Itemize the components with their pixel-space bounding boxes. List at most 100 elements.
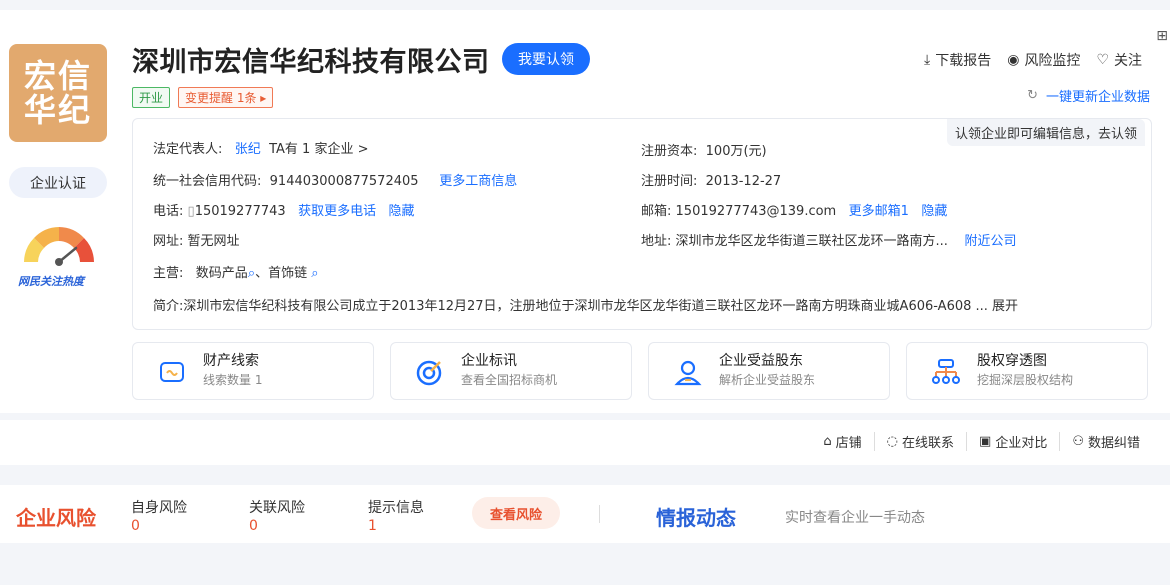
- legal-rep-label: 法定代表人:: [153, 142, 223, 157]
- search-icon[interactable]: ⌕: [311, 266, 318, 281]
- hint-info[interactable]: 提示信息 1: [368, 497, 424, 534]
- org-chart-icon: [932, 359, 960, 384]
- secondary-action-bar: ⌂ 店铺 ◌ 在线联系 ▣ 企业对比 ⚇ 数据纠错: [0, 420, 1170, 465]
- business-item[interactable]: 数码产品: [196, 266, 248, 281]
- risk-monitor-button[interactable]: ◉ 风险监控: [1007, 50, 1080, 70]
- intro-label: 简介:: [153, 299, 184, 314]
- intro-row: 简介:深圳市宏信华纪科技有限公司成立于2013年12月27日，注册地位于深圳市龙…: [153, 295, 1018, 314]
- feature-card-property-clues[interactable]: 财产线索 线索数量 1: [132, 342, 374, 400]
- feature-card-beneficiary[interactable]: 企业受益股东 解析企业受益股东: [648, 342, 890, 400]
- divider: [599, 505, 600, 523]
- address-row: 地址: 深圳市龙华区龙华街道三联社区龙环一路南方... 附近公司: [641, 230, 1016, 249]
- more-business-info-link[interactable]: 更多工商信息: [439, 174, 517, 189]
- user-icon: [674, 360, 702, 386]
- capital-value: 100万(元): [705, 144, 767, 159]
- hint-info-value: 1: [368, 518, 377, 534]
- email-value: 15019277743@139.com: [675, 204, 837, 219]
- contact-label: 在线联系: [902, 436, 955, 451]
- update-data-link[interactable]: ↻ 一键更新企业数据: [1027, 86, 1150, 105]
- download-label: 下载报告: [935, 53, 992, 69]
- compare-label: 企业对比: [995, 436, 1048, 451]
- feature-card-equity-graph[interactable]: 股权穿透图 挖掘深层股权结构: [906, 342, 1148, 400]
- data-correction-button[interactable]: ⚇ 数据纠错: [1059, 432, 1152, 451]
- address-label: 地址:: [641, 234, 672, 249]
- intel-title: 情报动态: [656, 506, 736, 530]
- credit-value: 914403000877572405: [269, 174, 419, 189]
- related-risk-value: 0: [249, 518, 258, 534]
- feature-title: 企业标讯: [461, 353, 517, 369]
- legal-rep-row: 法定代表人: 张纪 TA有 1 家企业 >: [153, 138, 368, 157]
- reg-time-value: 2013-12-27: [705, 174, 782, 189]
- enterprise-cert-button[interactable]: 企业认证: [9, 167, 107, 198]
- email-row: 邮箱: 15019277743@139.com 更多邮箱1 隐藏: [641, 200, 947, 219]
- hide-phone-link[interactable]: 隐藏: [389, 204, 415, 219]
- legal-rep-companies-link[interactable]: TA有 1 家企业 >: [269, 142, 368, 157]
- info-panel: 认领企业即可编辑信息，去认领 法定代表人: 张纪 TA有 1 家企业 > 注册资…: [132, 118, 1152, 330]
- intel-subtitle[interactable]: 实时查看企业一手动态: [785, 507, 925, 527]
- business-separator: 、: [255, 266, 269, 281]
- store-label: 店铺: [835, 436, 862, 451]
- risk-bar: 企业风险 自身风险 0 关联风险 0 提示信息 1 查看风险 情报动态 实时查看企业一…: [0, 485, 1170, 543]
- address-value: 深圳市龙华区龙华街道三联社区龙环一路南方...: [675, 234, 948, 249]
- business-label: 主营:: [153, 266, 184, 281]
- correction-icon: ⚇: [1072, 434, 1084, 449]
- feature-card-bids[interactable]: 企业标讯 查看全国招标商机: [390, 342, 632, 400]
- download-report-button[interactable]: ⤓ 下载报告: [924, 50, 991, 70]
- feature-subtitle: 线索数量 1: [203, 373, 263, 387]
- compare-icon: ▣: [979, 434, 992, 449]
- caret-right-icon: ▸: [260, 91, 267, 105]
- website-label: 网址:: [153, 234, 184, 249]
- legal-rep-name-link[interactable]: 张纪: [235, 142, 261, 157]
- target-icon: [416, 360, 442, 386]
- compare-button[interactable]: ▣ 企业对比: [966, 432, 1059, 451]
- capital-row: 注册资本: 100万(元): [641, 140, 767, 159]
- top-actions: ⤓ 下载报告 ◉ 风险监控 ♡ 关注: [924, 50, 1142, 70]
- expand-intro-link[interactable]: ... 展开: [976, 299, 1019, 314]
- website-row: 网址: 暂无网址: [153, 230, 240, 249]
- self-risk[interactable]: 自身风险 0: [131, 497, 187, 534]
- phone-label: 电话:: [153, 204, 184, 219]
- follow-label: 关注: [1114, 53, 1142, 69]
- hide-email-link[interactable]: 隐藏: [921, 204, 947, 219]
- search-icon[interactable]: ⌕: [248, 266, 255, 281]
- self-risk-label: 自身风险: [131, 500, 187, 516]
- credit-label: 统一社会信用代码:: [153, 174, 262, 189]
- feature-title: 股权穿透图: [977, 353, 1047, 369]
- store-icon: ⌂: [823, 434, 832, 449]
- more-phones-link[interactable]: 获取更多电话: [298, 204, 376, 219]
- logo-text: 宏信华纪: [23, 57, 92, 129]
- status-badge: 开业: [132, 87, 171, 108]
- follow-button[interactable]: ♡ 关注: [1096, 50, 1142, 70]
- view-risk-button[interactable]: 查看风险: [472, 497, 560, 529]
- chat-icon: ◌: [886, 434, 898, 449]
- related-risk[interactable]: 关联风险 0: [249, 497, 305, 534]
- nearby-companies-link[interactable]: 附近公司: [964, 234, 1016, 249]
- change-alert-badge[interactable]: 变更提醒 1条 ▸: [178, 87, 274, 108]
- monitor-label: 风险监控: [1024, 53, 1081, 69]
- claim-tip[interactable]: 认领企业即可编辑信息，去认领: [946, 119, 1145, 146]
- phone-row: 电话: ▯15019277743 获取更多电话 隐藏: [153, 200, 415, 219]
- hint-info-label: 提示信息: [368, 500, 424, 516]
- reg-time-label: 注册时间:: [641, 174, 698, 189]
- business-row: 主营: 数码产品⌕、首饰链 ⌕: [153, 262, 319, 281]
- related-risk-label: 关联风险: [249, 500, 305, 516]
- feature-subtitle: 挖掘深层股权结构: [977, 373, 1074, 387]
- phone-icon: ▯: [187, 204, 195, 219]
- company-name: 深圳市宏信华纪科技有限公司: [132, 47, 490, 78]
- feature-subtitle: 查看全国招标商机: [461, 373, 558, 387]
- heart-icon: ♡: [1096, 52, 1109, 68]
- capital-label: 注册资本:: [641, 144, 698, 159]
- company-logo: 宏信华纪: [9, 44, 107, 142]
- phone-value: 15019277743: [194, 204, 286, 219]
- claim-button[interactable]: 我要认领: [502, 43, 590, 75]
- feature-title: 企业受益股东: [719, 353, 803, 369]
- online-contact-button[interactable]: ◌ 在线联系: [873, 432, 966, 451]
- qr-corner-icon[interactable]: ⊞: [1156, 28, 1168, 44]
- feature-subtitle: 解析企业受益股东: [719, 373, 816, 387]
- store-button[interactable]: ⌂ 店铺: [811, 432, 873, 451]
- business-item[interactable]: 首饰链: [268, 266, 307, 281]
- intro-text: 深圳市宏信华纪科技有限公司成立于2013年12月27日，注册地位于深圳市龙华区龙…: [183, 299, 972, 314]
- feature-title: 财产线索: [203, 353, 259, 369]
- more-emails-link[interactable]: 更多邮箱1: [849, 204, 909, 219]
- heat-label: 网民关注热度: [18, 275, 84, 288]
